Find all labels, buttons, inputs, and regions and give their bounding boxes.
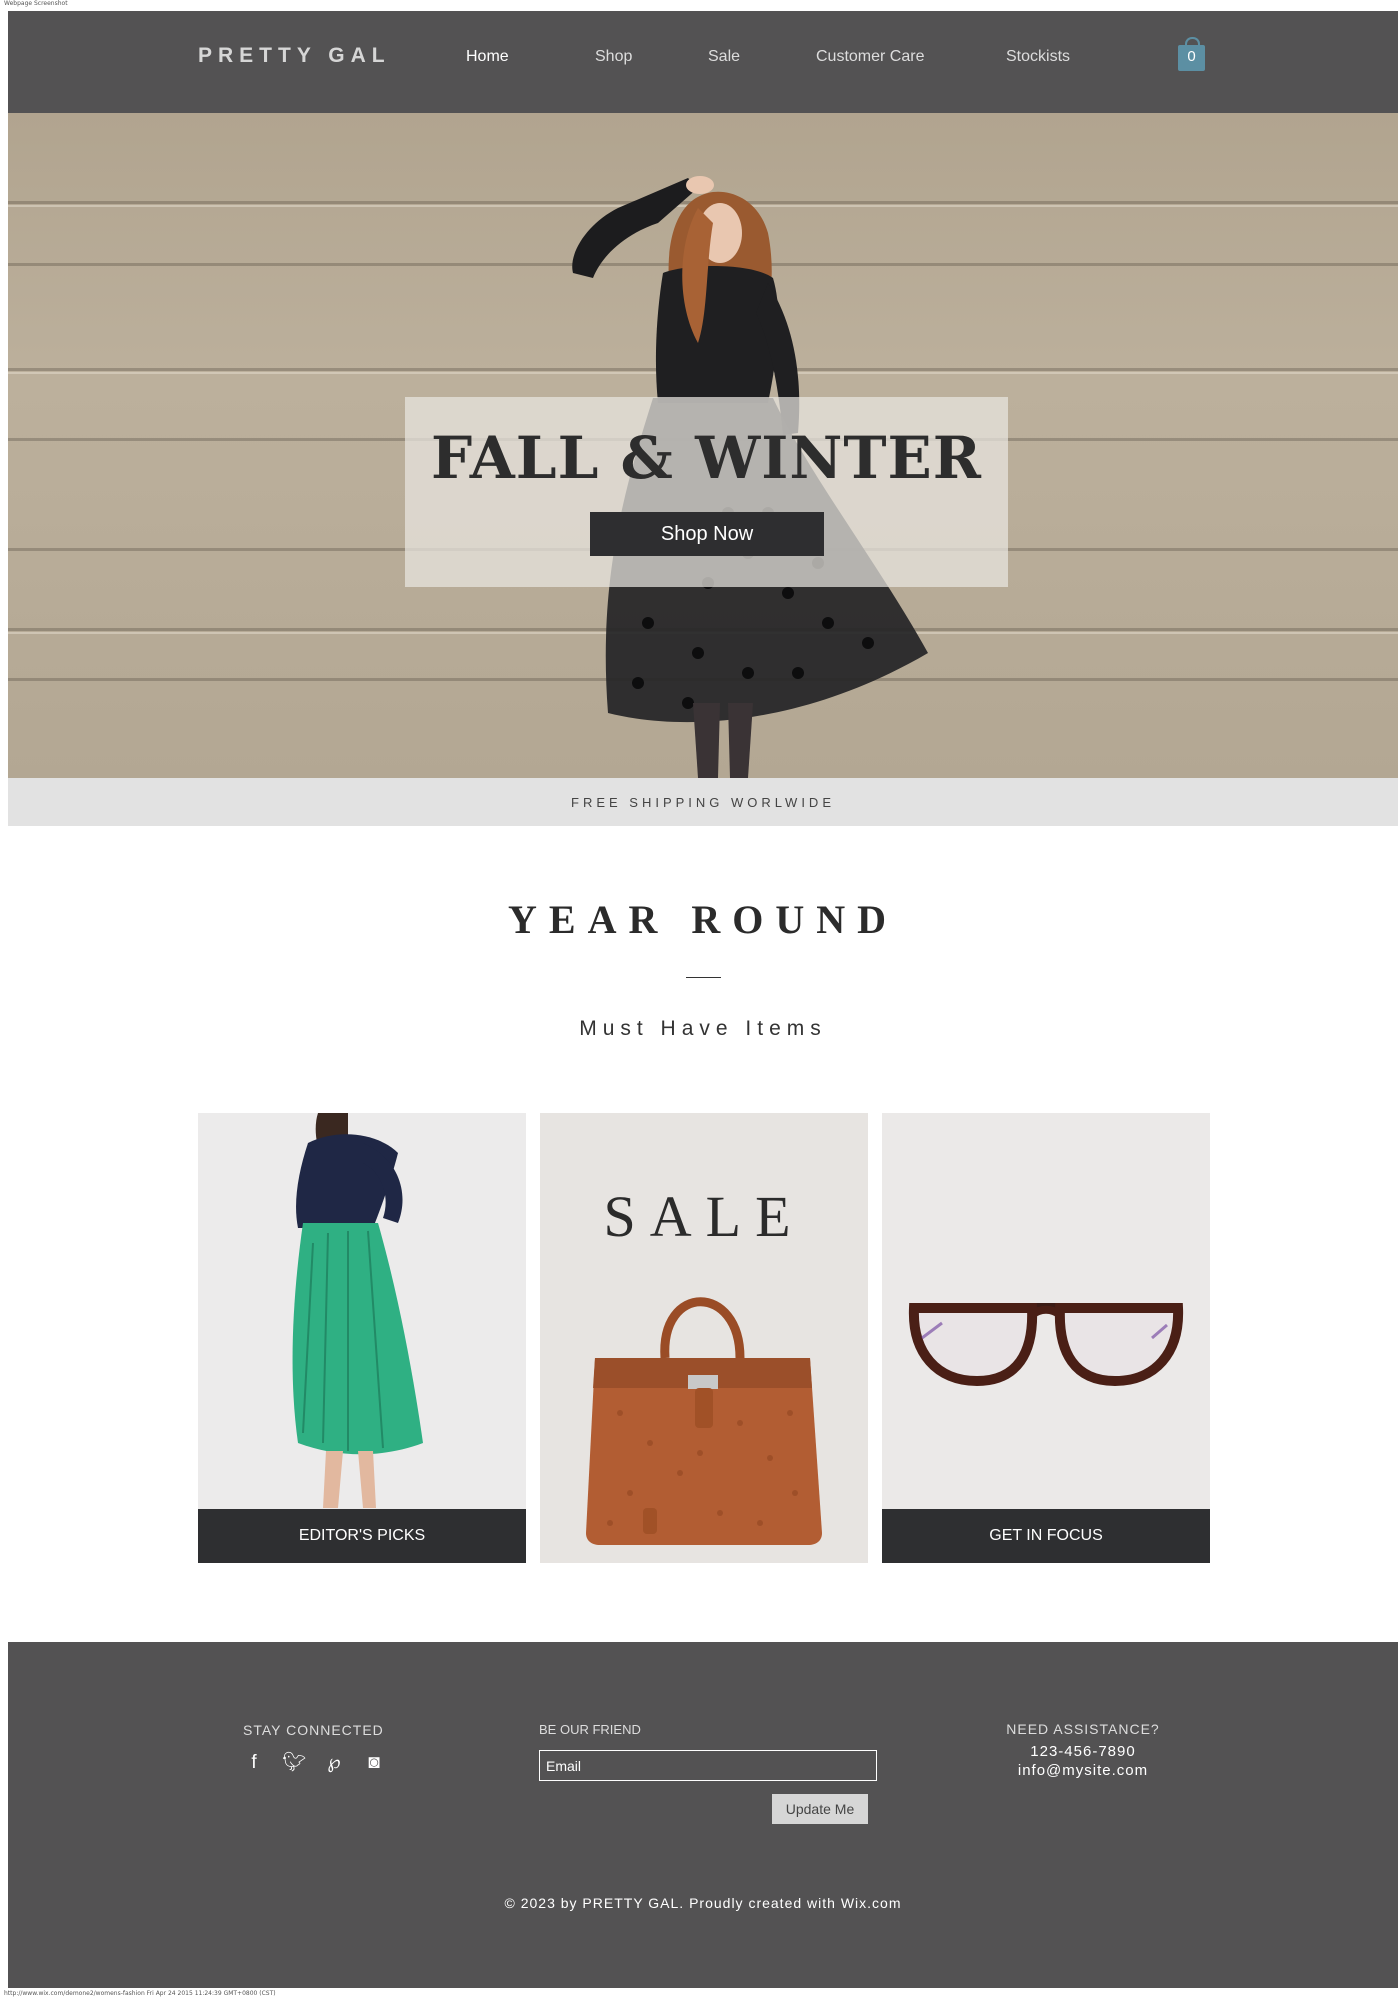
shop-now-button[interactable]: Shop Now [590, 512, 824, 556]
woman-green-skirt-photo [198, 1113, 526, 1563]
contact-email[interactable]: info@mysite.com [983, 1762, 1183, 1779]
nav-item-shop[interactable]: Shop [595, 48, 632, 66]
social-links: f 🐦︎ ℘ ◙ [241, 1750, 401, 1774]
pinterest-icon[interactable]: ℘ [321, 1751, 347, 1773]
copyright-text: © 2023 by PRETTY GAL. Proudly created wi… [504, 1895, 902, 1911]
site-header: PRETTY GAL Home Shop Sale Customer Care … [8, 11, 1398, 113]
site-footer: STAY CONNECTED f 🐦︎ ℘ ◙ BE OUR FRIEND Updat… [8, 1642, 1398, 1988]
shipping-text: FREE SHIPPING WORLWIDE [571, 795, 835, 810]
card-get-in-focus[interactable]: GET IN FOCUS [882, 1113, 1210, 1563]
hero-title: FALL & WINTER [431, 424, 982, 492]
site-logo[interactable]: PRETTY GAL [198, 44, 391, 68]
eyeglasses-photo [882, 1113, 1210, 1563]
hero-overlay-box: FALL & WINTER Shop Now [405, 397, 1008, 587]
be-our-friend-label: BE OUR FRIEND [539, 1722, 641, 1737]
nav-item-customer-care[interactable]: Customer Care [816, 48, 924, 66]
nav-item-home[interactable]: Home [466, 48, 509, 66]
section-subtitle: Must Have Items [579, 1017, 827, 1040]
shopping-bag-icon[interactable]: 0 [1178, 37, 1205, 71]
section-title: YEAR ROUND [508, 897, 898, 942]
section-divider [686, 977, 721, 978]
phone-number[interactable]: 123-456-7890 [983, 1743, 1183, 1760]
stay-connected-label: STAY CONNECTED [243, 1722, 384, 1738]
update-me-button[interactable]: Update Me [772, 1794, 868, 1824]
facebook-icon[interactable]: f [241, 1752, 267, 1774]
need-assistance-label: NEED ASSISTANCE? [1006, 1721, 1160, 1737]
nav-item-sale[interactable]: Sale [708, 48, 740, 66]
cart-count: 0 [1187, 48, 1196, 65]
shipping-banner: FREE SHIPPING WORLWIDE [8, 778, 1398, 826]
screenshot-caption: Webpage Screenshot [4, 0, 68, 7]
card-editors-picks[interactable]: EDITOR'S PICKS [198, 1113, 526, 1563]
page-frame: PRETTY GAL Home Shop Sale Customer Care … [8, 11, 1398, 1988]
url-stamp: http://www.wix.com/demone2/womens-fashio… [4, 1990, 276, 1997]
newsletter-email-input[interactable] [539, 1750, 877, 1781]
card-label-editors-picks: EDITOR'S PICKS [198, 1509, 526, 1563]
twitter-icon[interactable]: 🐦︎ [281, 1750, 307, 1773]
nav-item-stockists[interactable]: Stockists [1006, 48, 1070, 66]
hero-banner: FALL & WINTER Shop Now [8, 113, 1398, 778]
sale-heading: SALE [603, 1184, 805, 1249]
card-label-get-in-focus: GET IN FOCUS [882, 1509, 1210, 1563]
card-sale[interactable]: SALE [540, 1113, 868, 1563]
leather-handbag-photo [540, 1113, 868, 1563]
assistance-block: NEED ASSISTANCE? 123-456-7890 info@mysit… [983, 1721, 1183, 1779]
instagram-icon[interactable]: ◙ [361, 1752, 387, 1774]
